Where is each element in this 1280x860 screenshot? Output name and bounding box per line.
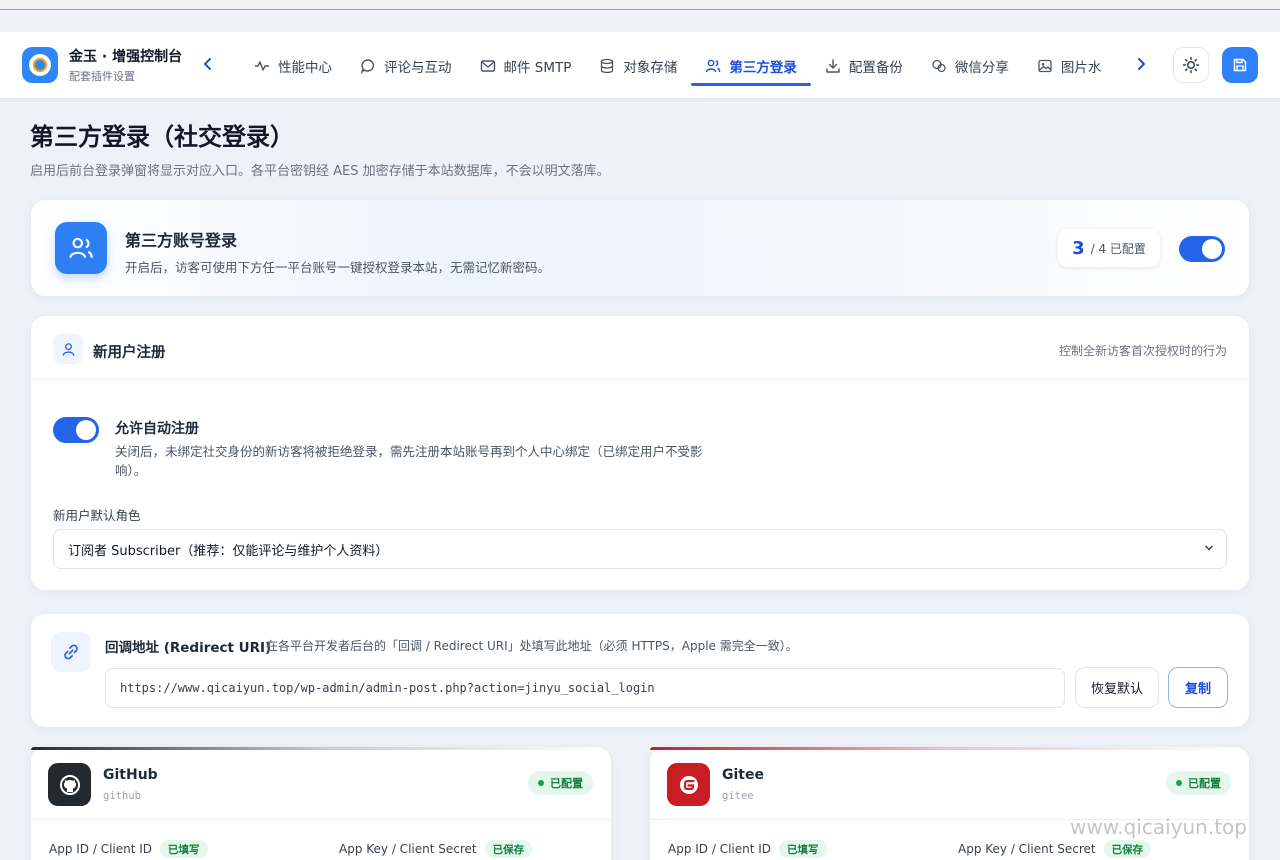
client-secret-field-label: App Key / Client Secret 已保存 <box>339 840 533 858</box>
client-id-field-label: App ID / Client ID 已填写 <box>668 840 827 858</box>
divider <box>31 819 611 820</box>
saved-badge: 已保存 <box>1103 840 1152 858</box>
provider-slug: github <box>103 790 141 802</box>
social-login-toggle[interactable] <box>1179 236 1225 262</box>
provider-card-github: GitHub github 已配置 App ID / Client ID 已填写 … <box>31 747 611 860</box>
provider-slug: gitee <box>722 790 754 802</box>
mail-icon <box>480 59 495 72</box>
tab-label: 第三方登录 <box>729 59 797 76</box>
card-header: 新用户注册 控制全新访客首次授权时的行为 <box>31 316 1249 380</box>
provider-name: GitHub <box>103 767 158 783</box>
redirect-uri-field[interactable]: https://www.qicaiyun.top/wp-admin/admin-… <box>105 668 1065 708</box>
site-watermark: www.qicaiyun.top <box>1070 815 1247 839</box>
default-role-select[interactable]: 订阅者 Subscriber（推荐：仅能评论与维护个人资料） <box>53 529 1227 569</box>
auto-register-title: 允许自动注册 <box>115 421 199 437</box>
redirect-title: 回调地址 (Redirect URI) <box>105 640 272 656</box>
browser-frame-edge <box>0 0 1280 10</box>
share-icon <box>932 59 946 72</box>
social-login-master-card: 第三方账号登录 开启后，访客可使用下方任一平台账号一键授权登录本站，无需记忆新密… <box>31 200 1249 296</box>
tab-social-login[interactable]: 第三方登录 <box>691 32 811 99</box>
save-button[interactable] <box>1222 47 1258 83</box>
tab-comments[interactable]: 评论与互动 <box>346 32 466 99</box>
tab-watermark[interactable]: 图片水 <box>1023 32 1116 99</box>
tab-label: 评论与互动 <box>384 59 452 76</box>
link-icon <box>51 632 91 672</box>
image-icon <box>1038 59 1052 72</box>
default-role-value: 订阅者 Subscriber（推荐：仅能评论与维护个人资料） <box>68 543 389 559</box>
theme-toggle-button[interactable] <box>1173 47 1209 83</box>
tab-backup[interactable]: 配置备份 <box>811 32 917 99</box>
activity-icon <box>255 60 269 71</box>
user-icon <box>53 334 83 364</box>
app-title: 金玉 · 增强控制台 <box>69 49 183 65</box>
client-secret-field-label: App Key / Client Secret 已保存 <box>958 840 1152 858</box>
page-description: 启用后前台登录弹窗将显示对应入口。各平台密钥经 AES 加密存储于本站数据库，不… <box>30 164 610 179</box>
tab-performance[interactable]: 性能中心 <box>240 32 346 99</box>
chevron-down-icon <box>1204 545 1214 551</box>
client-id-field-label: App ID / Client ID 已填写 <box>49 840 208 858</box>
save-icon <box>1233 58 1247 72</box>
card-hint: 控制全新访客首次授权时的行为 <box>1058 344 1227 358</box>
download-icon <box>826 58 840 73</box>
status-badge: 已配置 <box>528 771 593 795</box>
tab-label: 配置备份 <box>848 59 903 76</box>
gitee-icon <box>667 763 710 806</box>
tab-label: 邮件 SMTP <box>503 59 572 76</box>
configured-count-badge: 3 / 4 已配置 <box>1058 229 1160 267</box>
app-logo <box>22 47 58 83</box>
provider-card-gitee: Gitee gitee 已配置 App ID / Client ID 已填写 Ap… <box>650 747 1249 860</box>
chevron-right-icon[interactable] <box>1131 54 1151 74</box>
saved-badge: 已保存 <box>484 840 533 858</box>
configured-count: 3 <box>1072 237 1085 259</box>
message-icon <box>360 58 375 74</box>
app-subtitle: 配套插件设置 <box>69 70 135 83</box>
card-accent-bar <box>650 747 1249 750</box>
tab-label: 性能中心 <box>278 59 332 76</box>
card-title: 新用户注册 <box>93 345 166 361</box>
new-user-registration-card: 新用户注册 控制全新访客首次授权时的行为 允许自动注册 关闭后，未绑定社交身份的… <box>31 316 1249 590</box>
sun-icon <box>1182 56 1200 74</box>
auto-register-description: 关闭后，未绑定社交身份的新访客将被拒绝登录，需先注册本站账号再到个人中心绑定（已… <box>115 444 703 478</box>
settings-tabs: 性能中心 评论与互动 邮件 SMTP 对象存储 第三方登录 配置备份 微信分享 … <box>240 32 1140 99</box>
reset-default-button[interactable]: 恢复默认 <box>1075 667 1159 708</box>
filled-badge: 已填写 <box>779 840 827 858</box>
tab-object-storage[interactable]: 对象存储 <box>585 32 691 99</box>
default-role-label: 新用户默认角色 <box>53 508 141 523</box>
status-badge: 已配置 <box>1166 771 1231 795</box>
master-title: 第三方账号登录 <box>125 231 238 250</box>
database-icon <box>601 58 614 73</box>
filled-badge: 已填写 <box>160 840 208 858</box>
redirect-hint: 在各平台开发者后台的「回调 / Redirect URI」处填写此地址（必须 H… <box>266 639 798 653</box>
tab-smtp[interactable]: 邮件 SMTP <box>466 32 586 99</box>
redirect-uri-card: 回调地址 (Redirect URI) 在各平台开发者后台的「回调 / Redi… <box>31 614 1249 727</box>
copy-button[interactable]: 复制 <box>1168 667 1228 708</box>
github-icon <box>48 763 91 806</box>
tab-wechat-share[interactable]: 微信分享 <box>917 32 1023 99</box>
page-title: 第三方登录（社交登录） <box>30 123 294 151</box>
card-accent-bar <box>31 747 611 750</box>
master-description: 开启后，访客可使用下方任一平台账号一键授权登录本站，无需记忆新密码。 <box>125 260 551 275</box>
provider-name: Gitee <box>722 767 764 783</box>
tab-label: 微信分享 <box>954 59 1009 76</box>
auto-register-toggle[interactable] <box>53 417 99 443</box>
users-icon <box>706 59 721 72</box>
users-icon <box>55 222 107 274</box>
top-nav-bar: 金玉 · 增强控制台 配套插件设置 性能中心 评论与互动 邮件 SMTP 对象存… <box>0 32 1280 99</box>
tab-label: 对象存储 <box>623 59 678 76</box>
tab-label: 图片水 <box>1060 59 1102 76</box>
chevron-left-icon[interactable] <box>198 54 218 74</box>
configured-total: / 4 已配置 <box>1090 241 1146 256</box>
